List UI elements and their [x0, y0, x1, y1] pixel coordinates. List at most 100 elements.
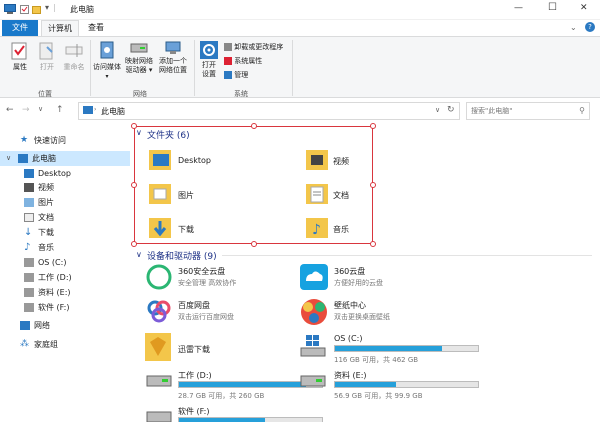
add-network-location-icon — [165, 41, 181, 54]
nav-label: 视频 — [38, 183, 54, 192]
device-label: 360安全云盘 — [178, 267, 226, 276]
tab-file[interactable]: 文件 — [2, 20, 38, 36]
drive-free-label: 56.9 GB 可用，共 99.9 GB — [334, 392, 423, 400]
nav-item-drive-f[interactable]: 软件 (F:) — [0, 300, 130, 315]
map-drive-label-1: 映射网络 — [125, 57, 153, 65]
quick-access-toolbar-dropdown[interactable]: ▾ — [45, 3, 49, 12]
music-icon: ♪ — [24, 242, 31, 253]
device-label: 百度网盘 — [178, 301, 210, 310]
selection-highlight-rectangle — [134, 126, 373, 244]
drive-icon — [24, 258, 34, 267]
address-computer-icon — [83, 106, 93, 114]
open-button[interactable]: 打开 — [34, 41, 60, 72]
tab-computer[interactable]: 计算机 — [41, 20, 79, 36]
nav-label: 下载 — [38, 228, 54, 237]
star-icon: ★ — [20, 135, 29, 145]
close-button[interactable]: ✕ — [580, 3, 588, 13]
drive-icon — [146, 411, 172, 422]
nav-item-desktop[interactable]: Desktop — [0, 166, 130, 181]
manage-label: 管理 — [234, 71, 249, 79]
search-input[interactable]: 搜索"此电脑" ⚲ — [466, 102, 590, 120]
device-item-baidu-pan[interactable]: 百度网盘 双击运行百度网盘 — [146, 298, 296, 328]
gear-icon — [200, 41, 218, 59]
address-bar-row: ← → ∨ ↑ › 此电脑 ∨ ↻ 搜索"此电脑" ⚲ — [0, 100, 600, 122]
uninstall-program-button[interactable]: 卸载或更改程序 — [224, 41, 283, 53]
device-item-wallpaper-center[interactable]: 壁纸中心 双击更换桌面壁纸 — [300, 298, 450, 328]
devices-collapse-icon[interactable]: ∨ — [136, 250, 142, 259]
device-item-360-cloud[interactable]: 360云盘 方便好用的云盘 — [300, 264, 450, 294]
open-settings-button[interactable]: 打开 设置 — [196, 41, 222, 79]
device-item-xunlei[interactable]: 迅雷下载 — [144, 332, 294, 362]
nav-label: 软件 (F:) — [38, 303, 70, 312]
add-location-label-1: 添加一个 — [159, 57, 187, 65]
device-item-360-secure-cloud[interactable]: 360安全云盘 安全管理 高效协作 — [146, 264, 296, 294]
nav-homegroup[interactable]: ⁂ 家庭组 — [0, 337, 130, 352]
nav-item-downloads[interactable]: ↓ 下载 — [0, 225, 130, 240]
nav-item-drive-e[interactable]: 资料 (E:) — [0, 285, 130, 300]
rename-button[interactable]: 重命名 — [60, 41, 88, 72]
access-media-button[interactable]: 访问媒体 ▾ — [92, 41, 122, 81]
expand-chevron-icon[interactable]: ∨ — [6, 151, 11, 166]
nav-this-pc[interactable]: ∨ 此电脑 — [0, 151, 130, 166]
drive-label: 软件 (F:) — [178, 407, 210, 416]
homegroup-icon: ⁂ — [20, 339, 29, 349]
help-icon[interactable]: ? — [585, 22, 595, 32]
drive-icon — [24, 273, 34, 282]
computer-icon — [18, 154, 28, 163]
nav-label: 资料 (E:) — [38, 288, 71, 297]
ribbon-collapse-icon[interactable]: ⌄ — [570, 23, 577, 32]
tab-view[interactable]: 查看 — [84, 20, 108, 36]
nav-item-drive-d[interactable]: 工作 (D:) — [0, 270, 130, 285]
recent-locations-icon[interactable]: ∨ — [38, 105, 43, 113]
refresh-icon[interactable]: ↻ — [447, 105, 455, 115]
nav-homegroup-label: 家庭组 — [34, 340, 58, 349]
ribbon-separator — [194, 40, 195, 96]
manage-button[interactable]: 管理 — [224, 69, 248, 81]
add-network-location-button[interactable]: 添加一个 网络位置 — [156, 41, 190, 75]
drive-free-label: 28.7 GB 可用，共 260 GB — [178, 392, 265, 400]
address-field[interactable]: › 此电脑 ∨ ↻ — [78, 102, 460, 120]
selection-handle — [370, 182, 376, 188]
properties-quick-icon[interactable] — [20, 5, 29, 14]
nav-label: 工作 (D:) — [38, 273, 72, 282]
address-path: 此电脑 — [101, 107, 125, 116]
nav-item-music[interactable]: ♪ 音乐 — [0, 240, 130, 255]
nav-quick-access[interactable]: ★ 快速访问 — [0, 133, 130, 148]
up-icon[interactable]: ↑ — [56, 105, 64, 115]
nav-item-videos[interactable]: 视频 — [0, 180, 130, 195]
system-group-label: 系统 — [234, 90, 248, 98]
device-sub-label: 安全管理 高效协作 — [178, 279, 237, 287]
new-folder-quick-icon[interactable] — [32, 5, 41, 14]
forward-icon[interactable]: → — [22, 105, 30, 115]
selection-handle — [251, 123, 257, 129]
360-cloud-icon — [300, 264, 328, 290]
map-drive-button[interactable]: 映射网络 驱动器 ▾ — [124, 41, 154, 75]
drive-item-f[interactable]: 软件 (F:) — [146, 404, 323, 422]
address-dropdown-icon[interactable]: ∨ — [435, 106, 440, 114]
drive-item-d[interactable]: 工作 (D:) 28.7 GB 可用，共 260 GB — [146, 370, 323, 400]
nav-item-pictures[interactable]: 图片 — [0, 195, 130, 210]
media-icon — [100, 41, 114, 59]
properties-button[interactable]: 属性 — [6, 41, 34, 72]
maximize-button[interactable]: ☐ — [548, 2, 557, 13]
system-properties-button[interactable]: 系统属性 — [224, 55, 262, 67]
drive-item-e[interactable]: 资料 (E:) 56.9 GB 可用，共 99.9 GB — [300, 370, 479, 400]
nav-label: 音乐 — [38, 243, 54, 252]
device-sub-label: 方便好用的云盘 — [334, 279, 383, 287]
xunlei-download-icon — [145, 333, 171, 361]
video-icon — [24, 183, 34, 192]
download-icon: ↓ — [24, 227, 33, 238]
add-location-label-2: 网络位置 — [159, 66, 187, 74]
nav-network[interactable]: 网络 — [0, 318, 130, 333]
location-group-label: 位置 — [38, 90, 52, 98]
drive-item-c[interactable]: OS (C:) 116 GB 可用，共 462 GB — [300, 334, 479, 364]
title-bar: ▾ | 此电脑 — ☐ ✕ — [0, 0, 600, 20]
selection-handle — [251, 241, 257, 247]
network-drive-icon — [130, 43, 148, 53]
minimize-button[interactable]: — — [514, 3, 523, 13]
nav-label: 文档 — [38, 213, 54, 222]
system-properties-label: 系统属性 — [234, 57, 263, 65]
back-icon[interactable]: ← — [6, 105, 14, 115]
nav-item-documents[interactable]: 文档 — [0, 210, 130, 225]
nav-item-drive-c[interactable]: OS (C:) — [0, 255, 130, 270]
